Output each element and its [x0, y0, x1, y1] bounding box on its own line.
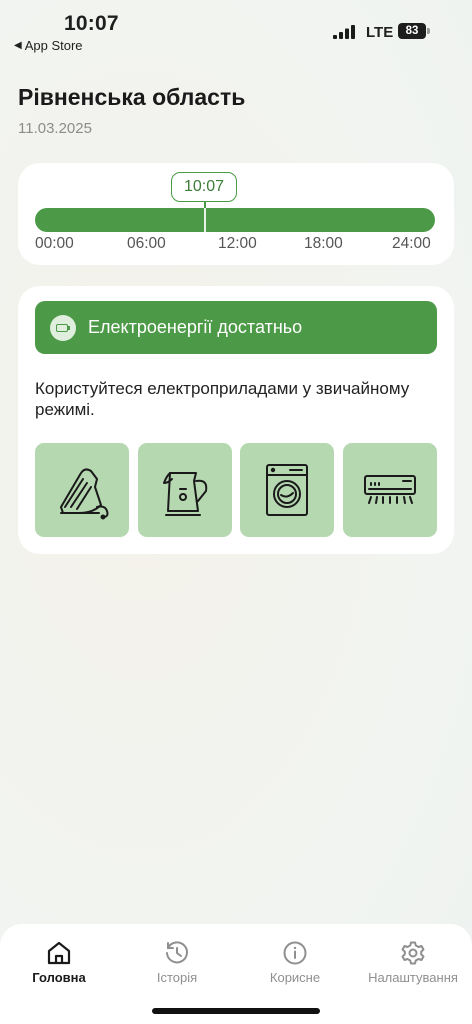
cellular-signal-icon: [333, 25, 355, 39]
tick-label: 06:00: [127, 235, 166, 252]
timeline-card: 10:07 00:00 06:00 12:00 18:00 24:00: [18, 163, 454, 265]
tab-label: Історія: [156, 970, 198, 985]
back-arrow-icon: ◀: [14, 40, 22, 51]
tab-useful[interactable]: Корисне: [236, 940, 354, 1000]
tab-label: Корисне: [269, 970, 321, 985]
appliance-tile-kettle: [138, 443, 232, 537]
tab-history[interactable]: Історія: [118, 940, 236, 1000]
status-bar: 10:07 ◀ App Store LTE 83: [0, 0, 472, 60]
timeline-ticks: 00:00 06:00 12:00 18:00 24:00: [35, 235, 437, 255]
region-title: Рівненська область: [18, 84, 246, 110]
iron-icon: [60, 468, 109, 520]
bottom-tab-bar: Головна Історія Корисне Налаштування: [0, 924, 472, 1024]
clock: 10:07: [64, 12, 119, 35]
back-label: App Store: [24, 38, 83, 53]
tab-home[interactable]: Головна: [0, 940, 118, 1000]
history-icon: [166, 941, 188, 964]
info-icon: [283, 941, 307, 965]
timeline-cursor: [204, 208, 206, 232]
current-time-marker: 10:07: [171, 172, 237, 202]
air-conditioner-icon: [364, 475, 416, 504]
gear-icon: [401, 941, 425, 965]
battery-level: 83: [398, 23, 426, 39]
appliance-tile-iron: [35, 443, 129, 537]
home-icon: [47, 941, 71, 965]
tab-label: Налаштування: [368, 970, 458, 985]
battery-icon: 83: [398, 23, 430, 39]
battery-full-icon: [50, 314, 76, 341]
tick-label: 12:00: [218, 235, 257, 252]
tick-label: 00:00: [35, 235, 74, 252]
tick-label: 18:00: [304, 235, 343, 252]
advice-text: Користуйтеся електроприладами у звичайно…: [35, 379, 410, 419]
home-indicator[interactable]: [152, 1008, 320, 1014]
tab-settings[interactable]: Налаштування: [354, 940, 472, 1000]
power-status-banner: Електроенергії достатньо: [35, 301, 437, 354]
tick-label: 24:00: [392, 235, 431, 252]
appliance-tile-air-conditioner: [343, 443, 437, 537]
kettle-icon: [163, 472, 208, 516]
power-status-text: Електроенергії достатньо: [88, 317, 303, 337]
washing-machine-icon: [266, 464, 308, 516]
network-type: LTE: [366, 24, 394, 41]
appliance-list: [35, 443, 437, 537]
power-timeline-bar: [35, 208, 435, 232]
appliance-tile-washing-machine: [240, 443, 334, 537]
back-to-app-store[interactable]: ◀ App Store: [14, 38, 83, 53]
power-status-card: Електроенергії достатньо Користуйтеся ел…: [18, 286, 454, 554]
tab-label: Головна: [32, 970, 86, 985]
date-label: 11.03.2025: [18, 120, 92, 137]
